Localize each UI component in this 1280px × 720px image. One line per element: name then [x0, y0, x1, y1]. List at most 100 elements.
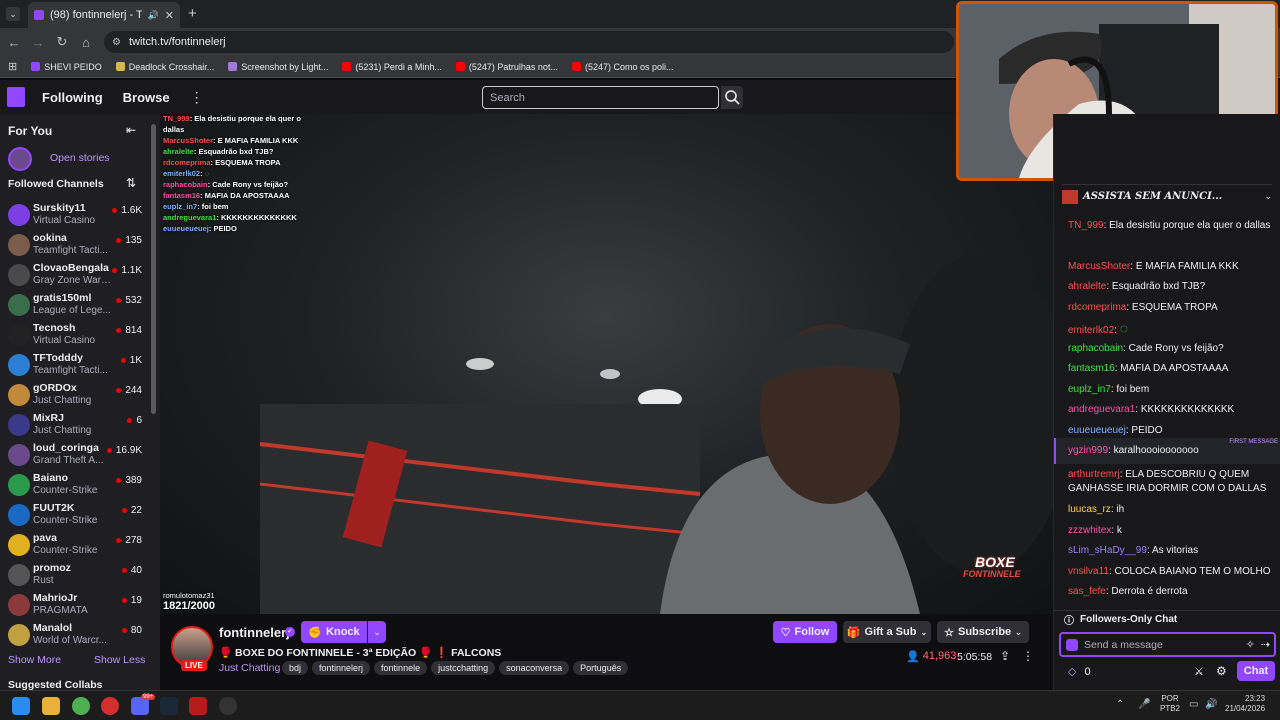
category-link[interactable]: Just Chatting — [219, 662, 280, 674]
bookmark[interactable]: (5247) Patrulhas not... — [455, 62, 558, 72]
more-options-icon[interactable]: ⋮ — [1022, 649, 1034, 663]
chat-username: raphacobain — [1068, 343, 1124, 354]
gift-sub-button[interactable]: 🎁 Gift a Sub ⌄ — [843, 621, 931, 643]
channel-game: Virtual Casino — [33, 335, 96, 346]
mic-icon[interactable]: 🎤 — [1138, 699, 1150, 710]
sidebar-channel[interactable]: Tecnosh Virtual Casino 814 — [0, 320, 150, 350]
clock[interactable]: 23:23 21/04/2026 — [1225, 694, 1265, 714]
channel-name[interactable]: fontinnelerj — [219, 625, 290, 640]
file-explorer-icon[interactable] — [42, 697, 60, 715]
chrome-icon[interactable] — [72, 697, 90, 715]
twitch-logo-icon[interactable] — [7, 87, 25, 107]
sidebar-channel[interactable]: promoz Rust 40 — [0, 560, 150, 590]
info-icon: ⓘ — [1064, 616, 1074, 627]
steam-icon[interactable] — [160, 697, 178, 715]
overlay-chat-line: dallas — [163, 125, 185, 134]
tab-search-icon[interactable]: ⌄ — [6, 7, 20, 21]
apps-grid-icon[interactable]: ⊞ — [8, 60, 17, 73]
tag[interactable]: Português — [573, 661, 629, 675]
video-player[interactable]: TN_999: Ela desistiu porque ela quer o d… — [160, 114, 1053, 614]
browse-link[interactable]: Browse — [123, 90, 170, 105]
channel-points[interactable]: ◇ 0 — [1068, 665, 1091, 679]
reload-icon[interactable]: ↻ — [50, 34, 74, 50]
new-tab-button[interactable]: + — [188, 5, 197, 22]
bookmark[interactable]: (5231) Perdi a Minh... — [342, 62, 442, 72]
badge-icon[interactable] — [1066, 638, 1078, 651]
show-more-link[interactable]: Show More — [8, 654, 61, 666]
show-less-link[interactable]: Show Less — [94, 654, 145, 666]
back-icon[interactable]: ← — [2, 35, 26, 50]
open-stories-link[interactable]: Open stories — [50, 152, 110, 164]
close-tab-icon[interactable]: ✕ — [165, 9, 174, 22]
sidebar-channel[interactable]: TFTodddy Teamfight Tacti... 1K — [0, 350, 150, 380]
channel-avatar — [8, 564, 30, 586]
browser-tab[interactable]: (98) fontinnelerj - Twitch 🔊 ✕ — [28, 2, 180, 28]
bookmark[interactable]: Screenshot by Light... — [228, 62, 328, 72]
mod-tools-icon[interactable]: ⚔ — [1194, 665, 1204, 678]
sidebar-channel[interactable]: gratis150ml League of Lege... 532 — [0, 290, 150, 320]
tray-chevron-icon[interactable]: ⌃ — [1116, 699, 1124, 710]
more-menu-icon[interactable]: ⋮ — [190, 89, 204, 106]
tag[interactable]: fontinnele — [374, 661, 428, 675]
tag[interactable]: justcchatting — [431, 661, 496, 675]
chat-input[interactable]: Send a message ✧ ⇢ — [1059, 632, 1276, 657]
opera-icon[interactable] — [101, 697, 119, 715]
volume-icon[interactable]: 🔊 — [1205, 699, 1217, 710]
network-icon[interactable]: ▭ — [1189, 699, 1198, 710]
viewer-count: 278 — [116, 535, 142, 546]
start-icon[interactable] — [12, 697, 30, 715]
sidebar-channel[interactable]: Surskity11 Virtual Casino 1.6K — [0, 200, 150, 230]
speaker-icon[interactable]: 🔊 — [148, 10, 159, 21]
site-info-icon[interactable]: ⚙ — [112, 37, 121, 48]
pinned-message[interactable]: ASSISTA SEM ANUNCI... ⌄ — [1062, 184, 1272, 208]
address-bar[interactable]: ⚙ twitch.tv/fontinnelerj — [104, 31, 954, 53]
following-link[interactable]: Following — [42, 90, 103, 105]
home-icon[interactable]: ⌂ — [74, 35, 98, 50]
emote-icon[interactable]: ✧ — [1246, 638, 1255, 651]
sidebar-channel[interactable]: Manalol World of Warcr... 80 — [0, 620, 150, 650]
viewer-count: 6 — [127, 415, 142, 426]
live-badge: LIVE — [181, 660, 207, 671]
stories-avatar[interactable] — [8, 147, 32, 171]
viewer-count: 532 — [116, 295, 142, 306]
live-dot-icon — [121, 508, 127, 513]
forward-icon[interactable]: → — [26, 35, 50, 50]
chat-text: ih — [1116, 504, 1125, 515]
sort-icon[interactable]: ⇅ — [126, 176, 136, 190]
follow-button[interactable]: ♡ Follow — [773, 621, 837, 643]
chat-send-button[interactable]: Chat — [1237, 661, 1275, 681]
app-icon[interactable] — [189, 697, 207, 715]
viewer-count: 1.1K — [112, 265, 142, 276]
knock-button[interactable]: ✊ Knock — [301, 621, 367, 643]
share-icon[interactable]: ⇪ — [1000, 649, 1010, 663]
sidebar-channel[interactable]: pava Counter-Strike 278 — [0, 530, 150, 560]
tag[interactable]: bdj — [282, 661, 309, 675]
chat-settings-icon[interactable]: ⚙ — [1216, 664, 1227, 678]
overlay-chat-line: ahralelte: Esquadrão bxd TJB? — [163, 147, 274, 156]
obs-icon[interactable] — [219, 697, 237, 715]
sidebar-channel[interactable]: ClovaoBengala Gray Zone Warf... 1.1K — [0, 260, 150, 290]
bookmark[interactable]: Deadlock Crosshair... — [115, 62, 214, 72]
knock-dropdown-icon[interactable]: ⌄ — [368, 621, 386, 643]
bits-icon[interactable]: ⇢ — [1261, 638, 1270, 651]
tag[interactable]: fontinnelerj — [312, 661, 371, 675]
chat-username: zzzwhitex — [1068, 525, 1112, 536]
tag[interactable]: sonaconversa — [499, 661, 570, 675]
sidebar-channel[interactable]: FUUT2K Counter-Strike 22 — [0, 500, 150, 530]
bookmark[interactable]: (5247) Como os poli... — [571, 62, 674, 72]
subscribe-button[interactable]: ☆ Subscribe ⌄ — [937, 621, 1029, 643]
collapse-sidebar-icon[interactable]: ⇤ — [126, 123, 136, 137]
chat-message: euplz_in7: foi bem — [1068, 384, 1150, 395]
sidebar-channel[interactable]: loud_coringa Grand Theft A... 16.9K — [0, 440, 150, 470]
sidebar-channel[interactable]: Baiano Counter-Strike 389 — [0, 470, 150, 500]
sidebar-scrollbar[interactable] — [151, 124, 156, 414]
sidebar-channel[interactable]: MixRJ Just Chatting 6 — [0, 410, 150, 440]
sidebar-channel[interactable]: gORDOx Just Chatting 244 — [0, 380, 150, 410]
input-language[interactable]: POR PTB2 — [1160, 694, 1180, 714]
live-dot-icon — [116, 538, 122, 543]
sidebar-channel[interactable]: MahrioJr PRAGMATA 19 — [0, 590, 150, 620]
search-button[interactable] — [721, 86, 743, 109]
search-input[interactable]: Search — [482, 86, 719, 109]
sidebar-channel[interactable]: ookina Teamfight Tacti... 135 — [0, 230, 150, 260]
bookmark[interactable]: SHEVI PEIDO — [31, 62, 102, 72]
